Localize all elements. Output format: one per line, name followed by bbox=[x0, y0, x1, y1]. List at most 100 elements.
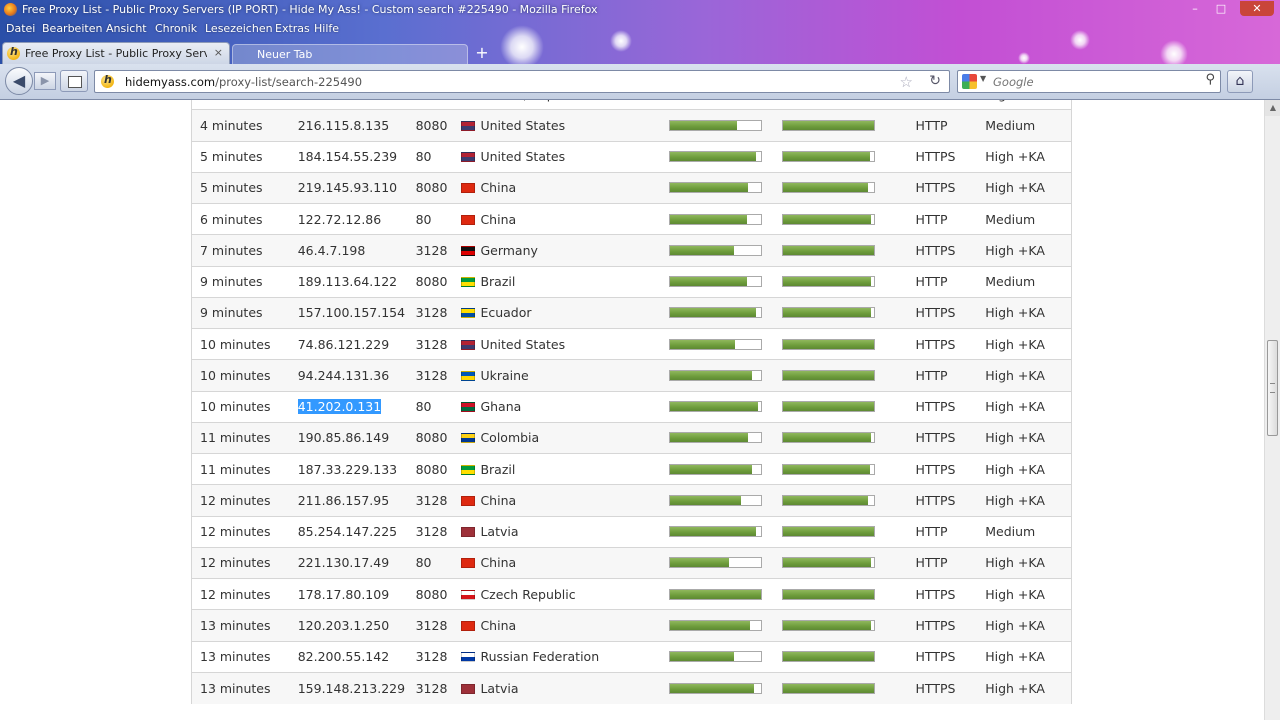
vertical-scrollbar[interactable]: ▲ bbox=[1264, 100, 1280, 720]
ip-address[interactable]: 157.100.157.154 bbox=[298, 305, 405, 320]
ip-cell: 74.86.121.229 bbox=[297, 327, 416, 360]
anonymity-level: High +KA bbox=[985, 149, 1045, 165]
ip-address[interactable]: 178.17.80.109 bbox=[298, 587, 389, 602]
country-flag-icon bbox=[461, 683, 476, 694]
type-cell: HTTP bbox=[915, 515, 986, 548]
type-cell: HTTPS bbox=[915, 296, 986, 329]
menu-extras[interactable]: Extras bbox=[275, 22, 310, 35]
anonymity-cell: High +KA bbox=[985, 327, 1073, 360]
url-text[interactable]: hidemyass.com/proxy-list/search-225490 bbox=[125, 75, 362, 89]
close-tab-icon[interactable]: × bbox=[214, 46, 223, 59]
speed-bar bbox=[669, 526, 763, 538]
country-flag-icon bbox=[461, 527, 476, 538]
ip-address[interactable]: 122.72.12.86 bbox=[298, 212, 382, 227]
anonymity-cell: High +KA bbox=[985, 452, 1073, 485]
port: 8080 bbox=[415, 586, 448, 602]
speed-bar bbox=[669, 651, 763, 663]
connection-time-cell bbox=[781, 421, 916, 454]
anonymity-cell: High +KA bbox=[985, 390, 1073, 423]
ip-address[interactable]: 190.85.86.149 bbox=[298, 430, 389, 445]
ip-address[interactable]: 216.115.8.135 bbox=[298, 118, 389, 133]
speed-cell bbox=[669, 265, 782, 298]
proxy-type: HTTPS bbox=[915, 242, 956, 258]
menu-ansicht[interactable]: Ansicht bbox=[106, 22, 147, 35]
back-button[interactable]: ◀ bbox=[5, 67, 33, 95]
connection-bar-fill bbox=[782, 683, 874, 693]
proxy-list-table: 3 minutes 211.76.97.150 80 Taiwan, Repub… bbox=[190, 100, 1073, 704]
tab-label: Neuer Tab bbox=[257, 48, 313, 61]
minimize-button[interactable]: – bbox=[1184, 1, 1206, 16]
table-row: 3 minutes 211.76.97.150 80 Taiwan, Repub… bbox=[190, 100, 1073, 110]
proxy-type: HTTPS bbox=[915, 461, 956, 477]
ip-address[interactable]: 120.203.1.250 bbox=[298, 618, 389, 633]
menu-bar: Datei Bearbeiten Ansicht Chronik Lesezei… bbox=[0, 20, 1280, 38]
ip-address[interactable]: 82.200.55.142 bbox=[298, 649, 389, 664]
search-icon[interactable]: ⚲ bbox=[1205, 72, 1215, 87]
last-update-cell: 12 minutes bbox=[190, 546, 298, 579]
ip-address[interactable]: 189.113.64.122 bbox=[298, 274, 397, 289]
last-update: 10 minutes bbox=[200, 367, 271, 383]
ip-address[interactable]: 74.86.121.229 bbox=[298, 337, 389, 352]
menu-hilfe[interactable]: Hilfe bbox=[314, 22, 339, 35]
connection-time-cell bbox=[781, 390, 916, 423]
page-info-button[interactable] bbox=[60, 70, 88, 92]
last-update-cell: 12 minutes bbox=[190, 577, 298, 610]
country-cell: Latvia bbox=[461, 671, 670, 704]
ip-address[interactable]: 159.148.213.229 bbox=[298, 681, 405, 696]
anonymity-cell: High +KA bbox=[985, 421, 1073, 454]
anonymity-level: High +KA bbox=[985, 680, 1045, 696]
last-update: 12 minutes bbox=[200, 555, 271, 571]
menu-lesezeichen[interactable]: Lesezeichen bbox=[205, 22, 273, 35]
tab-proxy-list[interactable]: Free Proxy List - Public Proxy Servers (… bbox=[2, 42, 230, 64]
forward-button[interactable]: ▶ bbox=[34, 72, 56, 90]
ip-address[interactable]: 41.202.0.131 bbox=[297, 399, 382, 415]
last-update-cell: 13 minutes bbox=[190, 609, 298, 641]
ip-address[interactable]: 46.4.7.198 bbox=[298, 243, 366, 258]
speed-cell bbox=[669, 171, 782, 204]
connection-time-cell bbox=[781, 484, 916, 516]
ip-address[interactable]: 94.244.131.36 bbox=[298, 368, 389, 383]
scroll-up-icon[interactable]: ▲ bbox=[1265, 100, 1280, 116]
ip-address[interactable]: 187.33.229.133 bbox=[298, 462, 397, 477]
proxy-type: HTTPS bbox=[915, 180, 956, 196]
ip-address[interactable]: 211.76.97.150 bbox=[298, 100, 389, 102]
ip-address[interactable]: 221.130.17.49 bbox=[298, 555, 389, 570]
new-tab-button[interactable]: + bbox=[472, 44, 492, 62]
ip-address[interactable]: 85.254.147.225 bbox=[298, 524, 397, 539]
url-domain: hidemyass.com bbox=[125, 75, 216, 89]
search-input[interactable] bbox=[991, 72, 1200, 92]
ip-address[interactable]: 211.86.157.95 bbox=[298, 493, 389, 508]
url-bar[interactable]: hidemyass.com/proxy-list/search-225490 ☆… bbox=[94, 70, 950, 93]
connection-time-bar bbox=[781, 182, 875, 194]
last-update: 9 minutes bbox=[200, 305, 263, 321]
speed-cell bbox=[669, 109, 782, 141]
tab-neuer-tab[interactable]: Neuer Tab bbox=[232, 44, 468, 64]
last-update-cell: 10 minutes bbox=[190, 359, 298, 391]
scroll-thumb[interactable] bbox=[1267, 340, 1278, 436]
connection-time-cell bbox=[781, 609, 916, 641]
connection-bar-fill bbox=[782, 589, 874, 599]
country-name: China bbox=[480, 492, 517, 508]
bookmark-star-icon[interactable]: ☆ bbox=[900, 73, 913, 91]
maximize-button[interactable]: □ bbox=[1210, 1, 1232, 16]
google-icon[interactable] bbox=[962, 74, 977, 89]
chevron-down-icon[interactable]: ▼ bbox=[980, 74, 986, 83]
proxy-type: HTTP bbox=[915, 274, 948, 290]
country-flag-icon bbox=[461, 214, 476, 225]
ip-address[interactable]: 219.145.93.110 bbox=[298, 180, 397, 195]
speed-cell bbox=[669, 327, 782, 360]
home-button[interactable]: ⌂ bbox=[1227, 70, 1253, 93]
reload-icon[interactable]: ↻ bbox=[929, 73, 941, 89]
close-window-button[interactable]: ✕ bbox=[1240, 1, 1274, 16]
menu-bearbeiten[interactable]: Bearbeiten bbox=[42, 22, 102, 35]
proxy-type: HTTP bbox=[915, 524, 948, 540]
connection-bar-fill bbox=[782, 527, 874, 537]
connection-bar-fill bbox=[782, 152, 871, 162]
menu-datei[interactable]: Datei bbox=[6, 22, 35, 35]
proxy-type: HTTP bbox=[915, 211, 948, 227]
ip-address[interactable]: 184.154.55.239 bbox=[298, 149, 397, 164]
anonymity-level: Medium bbox=[985, 117, 1036, 133]
menu-chronik[interactable]: Chronik bbox=[155, 22, 197, 35]
ip-cell: 46.4.7.198 bbox=[297, 234, 416, 266]
country-cell: Taiwan, Republic of China bbox=[461, 100, 670, 110]
